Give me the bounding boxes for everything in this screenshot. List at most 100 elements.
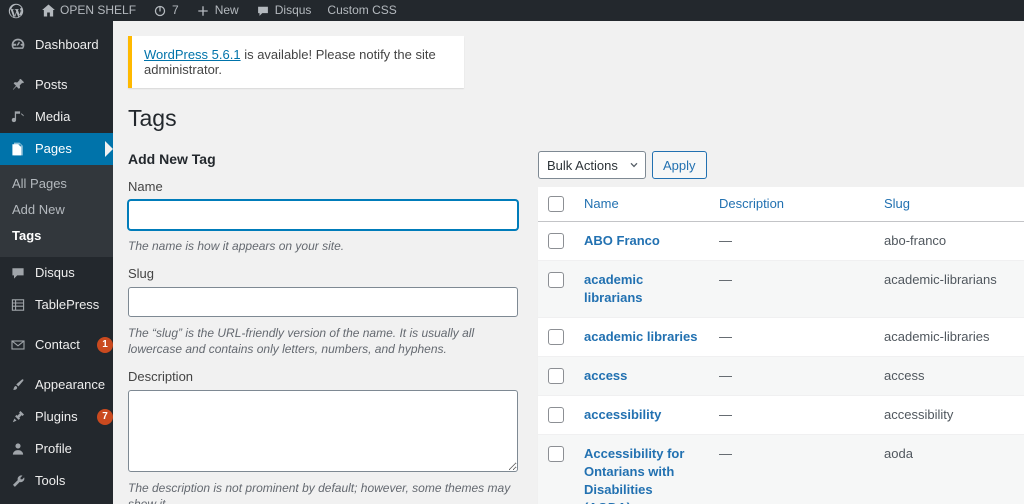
bulk-actions-wrap: Bulk Actions xyxy=(538,151,646,179)
sidebar-item-media[interactable]: Media xyxy=(0,101,113,133)
row-checkbox[interactable] xyxy=(548,233,564,249)
wordpress-logo-icon xyxy=(8,3,24,19)
menu-spacer-1 xyxy=(0,61,113,69)
row-checkbox[interactable] xyxy=(548,446,564,462)
page-title: Tags xyxy=(128,105,177,131)
sidebar-label: Pages xyxy=(35,141,72,156)
submenu-item-add-new[interactable]: Add New xyxy=(0,197,113,223)
description-field-row: Description xyxy=(128,369,522,472)
sidebar-item-posts[interactable]: Posts xyxy=(0,69,113,101)
sidebar-label: Plugins xyxy=(35,409,78,424)
row-slug-cell: academic-libraries xyxy=(874,317,1024,357)
admin-sidebar-menu: Dashboard Posts Media Pages All Pages Ad… xyxy=(0,21,113,504)
table-row[interactable]: accessibility — accessibility xyxy=(538,395,1024,435)
sidebar-label: Profile xyxy=(35,441,72,456)
table-row[interactable]: Accessibility for Ontarians with Disabil… xyxy=(538,434,1024,504)
row-checkbox[interactable] xyxy=(548,407,564,423)
sidebar-item-wpbakery-page-builder[interactable]: WPBakery Page Builder xyxy=(0,497,113,504)
row-name-cell: accessibility xyxy=(574,395,709,435)
table-row[interactable]: academic librarians — academic-librarians xyxy=(538,260,1024,318)
sidebar-item-appearance[interactable]: Appearance xyxy=(0,369,113,401)
updates-count: 7 xyxy=(172,3,179,17)
row-name-cell: access xyxy=(574,356,709,396)
tag-description-textarea[interactable] xyxy=(128,390,518,472)
name-field-row: Name xyxy=(128,179,522,230)
submenu-item-tags[interactable]: Tags xyxy=(0,223,113,249)
tag-name-input[interactable] xyxy=(128,200,518,230)
disqus-button[interactable]: Disqus xyxy=(247,0,320,21)
sidebar-item-tools[interactable]: Tools xyxy=(0,465,113,497)
row-slug-cell: accessibility xyxy=(874,395,1024,435)
select-all-checkbox[interactable] xyxy=(548,196,564,212)
tag-name-link[interactable]: Accessibility for Ontarians with Disabil… xyxy=(584,445,699,504)
row-name-cell: ABO Franco xyxy=(574,221,709,261)
sidebar-item-disqus[interactable]: Disqus xyxy=(0,257,113,289)
tags-table-header-row: Name Description Slug xyxy=(538,187,1024,222)
tag-name-link[interactable]: ABO Franco xyxy=(584,232,660,250)
disqus-label: Disqus xyxy=(274,3,312,17)
column-header-description[interactable]: Description xyxy=(709,187,874,222)
sidebar-label: Contact xyxy=(35,337,80,352)
row-checkbox[interactable] xyxy=(548,272,564,288)
row-select-cell xyxy=(538,260,574,318)
brush-icon xyxy=(9,376,27,394)
tag-name-link[interactable]: accessibility xyxy=(584,406,661,424)
tag-name-link[interactable]: academic libraries xyxy=(584,328,697,346)
apply-bulk-action-button[interactable]: Apply xyxy=(652,151,707,179)
tags-layout: Add New Tag Name The name is how it appe… xyxy=(113,151,1024,504)
sidebar-item-tablepress[interactable]: TablePress xyxy=(0,289,113,321)
row-slug-cell: aoda xyxy=(874,434,1024,504)
tags-table: Name Description Slug ABO Franco — abo-fra… xyxy=(538,187,1024,504)
table-icon xyxy=(9,296,27,314)
dashboard-icon xyxy=(9,36,27,54)
row-description-cell: — xyxy=(709,356,874,396)
row-checkbox[interactable] xyxy=(548,368,564,384)
plugins-icon xyxy=(9,408,27,426)
column-header-slug[interactable]: Slug xyxy=(874,187,1024,222)
wordpress-version-link[interactable]: WordPress 5.6.1 xyxy=(144,47,241,62)
description-help-text: The description is not prominent by defa… xyxy=(128,481,511,504)
custom-css-button[interactable]: Custom CSS xyxy=(319,0,404,21)
row-slug-cell: abo-franco xyxy=(874,221,1024,261)
sidebar-item-contact[interactable]: Contact 1 xyxy=(0,329,113,361)
comment-icon xyxy=(9,264,27,282)
row-select-cell xyxy=(538,317,574,357)
tag-name-link[interactable]: academic librarians xyxy=(584,271,699,307)
pages-submenu: All Pages Add New Tags xyxy=(0,165,113,257)
description-label: Description xyxy=(128,369,194,384)
submenu-item-all-pages[interactable]: All Pages xyxy=(0,171,113,197)
tags-table-body: ABO Franco — abo-franco academic librarians… xyxy=(538,221,1024,504)
tag-name-link[interactable]: access xyxy=(584,367,627,385)
sidebar-item-plugins[interactable]: Plugins 7 xyxy=(0,401,113,433)
pages-icon xyxy=(9,140,27,158)
table-row[interactable]: academic libraries — academic-libraries xyxy=(538,317,1024,357)
wrench-icon xyxy=(9,472,27,490)
table-toolbar: Bulk Actions Apply xyxy=(538,151,1024,179)
admin-bar: OPEN SHELF 7 New Disqus Custom CSS xyxy=(0,0,1024,21)
table-row[interactable]: access — access xyxy=(538,356,1024,396)
wordpress-logo-button[interactable] xyxy=(0,0,32,21)
name-label: Name xyxy=(128,179,163,194)
slug-help-text: The “slug” is the URL-friendly version o… xyxy=(128,326,475,356)
site-name-button[interactable]: OPEN SHELF xyxy=(32,0,144,21)
sidebar-item-pages[interactable]: Pages xyxy=(0,133,113,165)
row-select-cell xyxy=(538,395,574,435)
sidebar-label: Posts xyxy=(35,77,68,92)
tags-table-head: Name Description Slug xyxy=(538,187,1024,222)
tag-slug-input[interactable] xyxy=(128,287,518,317)
row-select-cell xyxy=(538,356,574,396)
bulk-actions-select[interactable]: Bulk Actions xyxy=(538,151,646,179)
new-content-button[interactable]: New xyxy=(187,0,247,21)
sidebar-label: Dashboard xyxy=(35,37,99,52)
sidebar-item-profile[interactable]: Profile xyxy=(0,433,113,465)
name-help-text: The name is how it appears on your site. xyxy=(128,239,345,253)
updates-button[interactable]: 7 xyxy=(144,0,187,21)
column-header-name[interactable]: Name xyxy=(574,187,709,222)
envelope-icon xyxy=(9,336,27,354)
sidebar-item-dashboard[interactable]: Dashboard xyxy=(0,29,113,61)
row-checkbox[interactable] xyxy=(548,329,564,345)
menu-spacer-2 xyxy=(0,321,113,329)
menu-spacer-3 xyxy=(0,361,113,369)
table-row[interactable]: ABO Franco — abo-franco xyxy=(538,221,1024,261)
row-slug-cell: access xyxy=(874,356,1024,396)
